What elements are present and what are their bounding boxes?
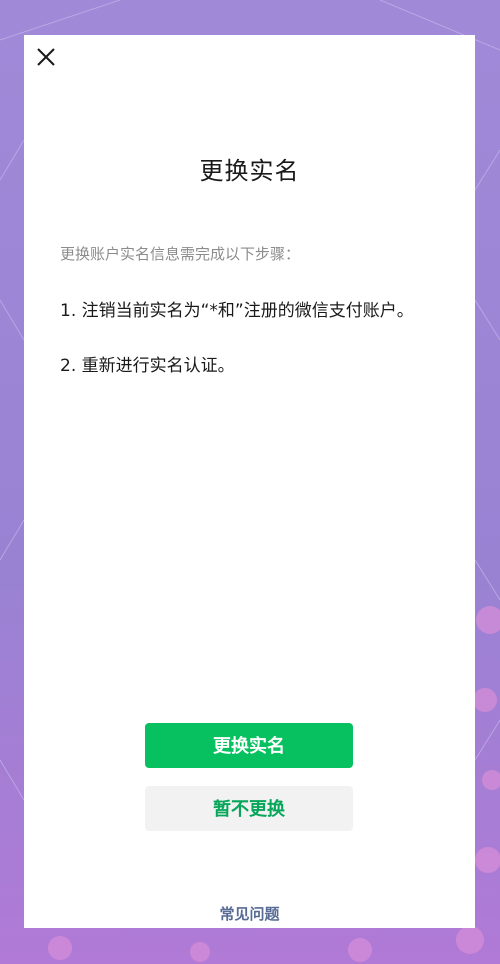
- faq-link[interactable]: 常见问题: [24, 903, 475, 924]
- step-item: 2. 重新进行实名认证。: [60, 356, 235, 376]
- change-realname-button[interactable]: 更换实名: [145, 723, 353, 768]
- change-realname-dialog: 更换实名 更换账户实名信息需完成以下步骤： 1. 注销当前实名为“*和”注册的微…: [24, 35, 475, 928]
- close-button[interactable]: [32, 43, 60, 71]
- not-now-button[interactable]: 暂不更换: [145, 786, 353, 831]
- dialog-title: 更换实名: [199, 157, 300, 185]
- intro-text: 更换账户实名信息需完成以下步骤：: [60, 245, 301, 263]
- step-item: 1. 注销当前实名为“*和”注册的微信支付账户。: [60, 301, 414, 321]
- close-icon: [37, 48, 55, 66]
